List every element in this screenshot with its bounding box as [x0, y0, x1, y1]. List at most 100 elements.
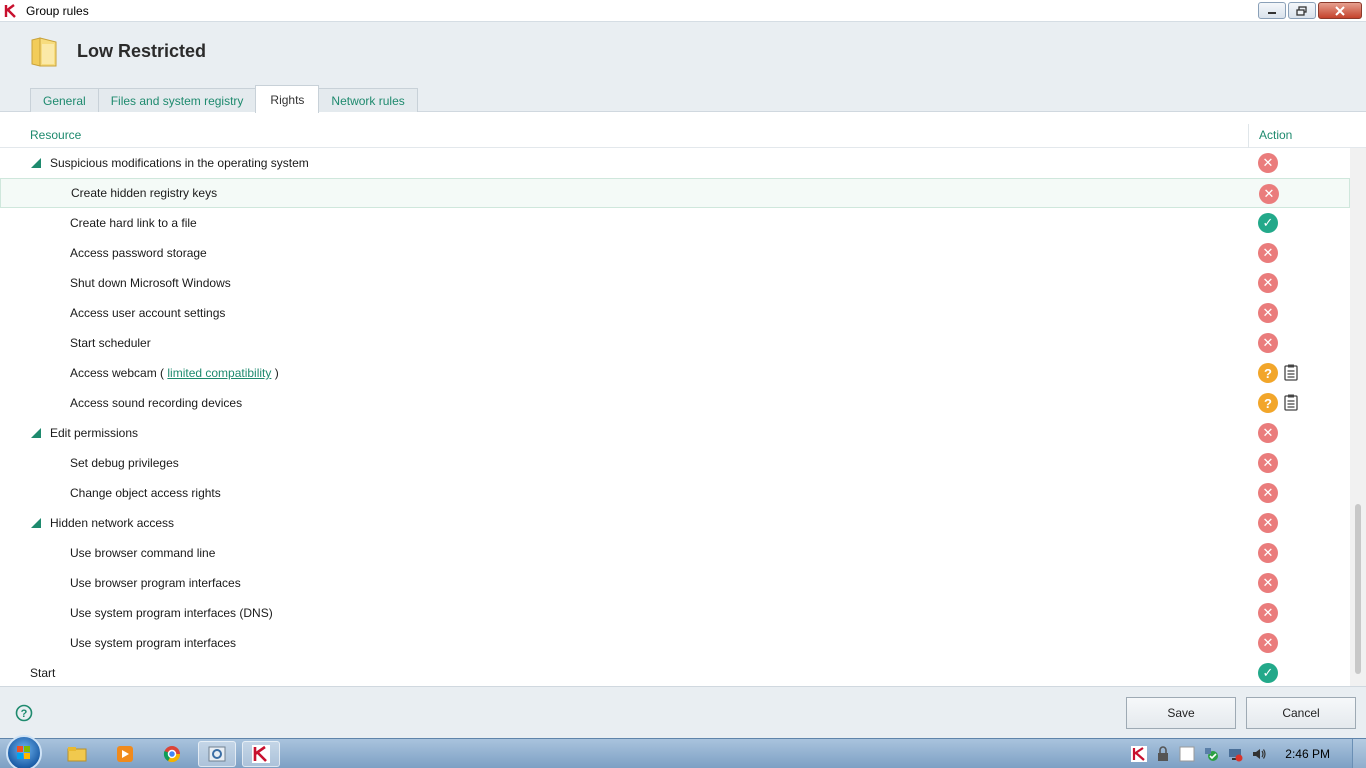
blank-tray-icon[interactable]: [1179, 746, 1195, 762]
tree-row[interactable]: Use browser program interfaces ✕: [0, 568, 1350, 598]
row-label: Shut down Microsoft Windows: [70, 276, 231, 290]
chrome-taskbar-icon[interactable]: [153, 741, 191, 767]
row-label: Create hidden registry keys: [71, 186, 218, 200]
deny-icon[interactable]: ✕: [1258, 333, 1278, 353]
row-label: Access user account settings: [70, 306, 226, 320]
tree-row[interactable]: Use system program interfaces (DNS) ✕: [0, 598, 1350, 628]
tab-files-and-system-registry[interactable]: Files and system registry: [97, 88, 257, 112]
row-label: Set debug privileges: [70, 456, 179, 470]
tab-network-rules[interactable]: Network rules: [318, 88, 418, 112]
row-label: Create hard link to a file: [70, 216, 197, 230]
tree-row-group[interactable]: Hidden network access ✕: [0, 508, 1350, 538]
system-tray: 2:46 PM: [1127, 739, 1366, 768]
window-title: Group rules: [26, 3, 89, 18]
tree-row[interactable]: Access sound recording devices ?: [0, 388, 1350, 418]
tree-row-group[interactable]: Suspicious modifications in the operatin…: [0, 148, 1350, 178]
deny-icon[interactable]: ✕: [1259, 184, 1279, 204]
tree-row[interactable]: Shut down Microsoft Windows ✕: [0, 268, 1350, 298]
tree-row[interactable]: Start scheduler ✕: [0, 328, 1350, 358]
row-label: Access sound recording devices: [70, 396, 243, 410]
deny-icon[interactable]: ✕: [1258, 453, 1278, 473]
explorer-taskbar-icon[interactable]: [58, 741, 96, 767]
media-player-taskbar-icon[interactable]: [106, 741, 144, 767]
column-action[interactable]: Action: [1259, 128, 1292, 142]
row-label: Use browser command line: [70, 546, 216, 560]
tree-row-group[interactable]: Edit permissions ✕: [0, 418, 1350, 448]
tab-bar: General Files and system registry Rights…: [30, 84, 418, 113]
tree-row[interactable]: Create hidden registry keys ✕: [0, 178, 1350, 208]
taskbar: 2:46 PM: [0, 735, 1366, 768]
tree-row[interactable]: Create hard link to a file ✓: [0, 208, 1350, 238]
svg-text:?: ?: [21, 708, 28, 720]
expand-caret-icon[interactable]: [31, 428, 41, 438]
restore-button[interactable]: [1288, 2, 1316, 19]
help-icon[interactable]: ?: [15, 704, 33, 725]
deny-icon[interactable]: ✕: [1258, 633, 1278, 653]
row-label: Use system program interfaces (DNS): [70, 606, 273, 620]
tree-row[interactable]: Access webcam ( limited compatibility ) …: [0, 358, 1350, 388]
kaspersky-taskbar-icon[interactable]: [242, 741, 280, 767]
vertical-scrollbar[interactable]: [1350, 148, 1366, 686]
kaspersky-tray-icon[interactable]: [1131, 746, 1148, 762]
start-button[interactable]: [6, 735, 42, 768]
row-label: Use system program interfaces: [70, 636, 237, 650]
tree-row[interactable]: Set debug privileges ✕: [0, 448, 1350, 478]
deny-icon[interactable]: ✕: [1258, 603, 1278, 623]
lock-tray-icon[interactable]: [1155, 746, 1171, 762]
deny-icon[interactable]: ✕: [1258, 153, 1278, 173]
deny-icon[interactable]: ✕: [1258, 513, 1278, 533]
ask-question-icon[interactable]: ?: [1258, 363, 1278, 383]
minimize-button[interactable]: [1258, 2, 1286, 19]
ask-question-icon[interactable]: ?: [1258, 393, 1278, 413]
deny-icon[interactable]: ✕: [1258, 243, 1278, 263]
row-label: Edit permissions: [50, 426, 139, 440]
column-divider[interactable]: [1248, 124, 1249, 148]
tree-row[interactable]: Use system program interfaces ✕: [0, 628, 1350, 658]
header: Low Restricted General Files and system …: [0, 22, 1366, 113]
deny-icon[interactable]: ✕: [1258, 483, 1278, 503]
scrollbar-thumb[interactable]: [1355, 504, 1361, 674]
tree-row[interactable]: Access user account settings ✕: [0, 298, 1350, 328]
network-tray-icon[interactable]: [1227, 746, 1243, 762]
deny-icon[interactable]: ✕: [1258, 573, 1278, 593]
row-label: Suspicious modifications in the operatin…: [50, 156, 309, 170]
cancel-button[interactable]: Cancel: [1246, 697, 1356, 729]
expand-caret-icon[interactable]: [31, 518, 41, 528]
deny-icon[interactable]: ✕: [1258, 273, 1278, 293]
deny-icon[interactable]: ✕: [1258, 303, 1278, 323]
tree-row-root[interactable]: Start ✓: [0, 658, 1350, 688]
settings-app-taskbar-icon[interactable]: [198, 741, 236, 767]
tree-row[interactable]: Change object access rights ✕: [0, 478, 1350, 508]
deny-icon[interactable]: ✕: [1258, 543, 1278, 563]
tree-row[interactable]: Use browser command line ✕: [0, 538, 1350, 568]
expand-caret-icon[interactable]: [31, 158, 41, 168]
deny-icon[interactable]: ✕: [1258, 423, 1278, 443]
taskbar-clock[interactable]: 2:46 PM: [1285, 747, 1330, 761]
folder-icon: [30, 36, 58, 71]
close-window-button[interactable]: [1318, 2, 1362, 19]
row-label: Use browser program interfaces: [70, 576, 241, 590]
row-label-suffix: ): [271, 366, 279, 380]
allow-check-icon[interactable]: ✓: [1258, 663, 1278, 683]
log-clipboard-icon[interactable]: [1284, 364, 1298, 384]
volume-tray-icon[interactable]: [1251, 746, 1267, 762]
row-label: Access webcam ( limited compatibility ): [70, 366, 279, 380]
page-title: Low Restricted: [77, 41, 207, 61]
allow-check-icon[interactable]: ✓: [1258, 213, 1278, 233]
tree-row[interactable]: Access password storage ✕: [0, 238, 1350, 268]
show-desktop-button[interactable]: [1352, 739, 1366, 768]
row-label: Change object access rights: [70, 486, 221, 500]
save-button[interactable]: Save: [1126, 697, 1236, 729]
limited-compatibility-link[interactable]: limited compatibility: [167, 366, 271, 380]
footer: ? Save Cancel: [0, 686, 1366, 738]
security-flag-tray-icon[interactable]: [1203, 746, 1219, 762]
rights-tree-list: Suspicious modifications in the operatin…: [0, 148, 1350, 688]
row-label-text: Access webcam (: [70, 366, 168, 380]
column-resource[interactable]: Resource: [30, 128, 81, 142]
tab-general[interactable]: General: [30, 88, 99, 112]
row-label: Start: [30, 666, 56, 680]
log-clipboard-icon[interactable]: [1284, 394, 1298, 414]
column-header: Resource Action: [0, 124, 1366, 148]
kaspersky-logo-icon: [4, 3, 18, 18]
tab-rights[interactable]: Rights: [255, 85, 320, 113]
